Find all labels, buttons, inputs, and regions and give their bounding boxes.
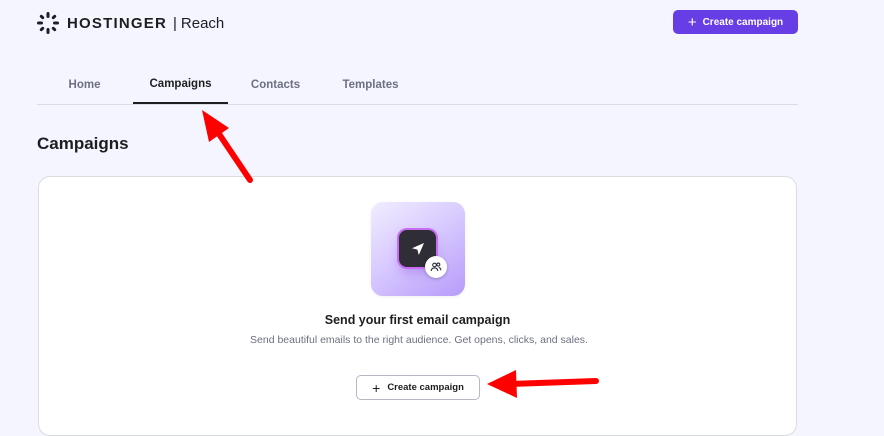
- tab-templates-label: Templates: [342, 78, 399, 91]
- header-create-campaign-button[interactable]: + Create campaign: [673, 10, 798, 34]
- empty-state-title: Send your first email campaign: [324, 313, 511, 327]
- empty-state-description: Send beautiful emails to the right audie…: [250, 334, 588, 346]
- create-campaign-label: Create campaign: [387, 382, 464, 393]
- tab-contacts-label: Contacts: [250, 78, 301, 91]
- tab-home-label: Home: [68, 78, 101, 91]
- main-tabs: Home Campaigns Contacts Templates: [37, 66, 798, 105]
- tab-home[interactable]: Home: [37, 66, 132, 103]
- plus-icon: +: [687, 13, 697, 31]
- hostinger-logo-icon: [37, 12, 59, 34]
- users-icon: [425, 256, 447, 278]
- plus-icon: +: [372, 379, 381, 396]
- tab-campaigns[interactable]: Campaigns: [133, 66, 228, 104]
- empty-state-card: Send your first email campaign Send beau…: [38, 176, 797, 436]
- product-name: Reach: [180, 14, 225, 32]
- tab-contacts[interactable]: Contacts: [228, 66, 323, 103]
- header-create-campaign-label: Create campaign: [702, 16, 784, 28]
- page-title: Campaigns: [37, 134, 129, 153]
- campaign-illustration: [371, 202, 465, 296]
- tab-campaigns-label: Campaigns: [149, 78, 212, 90]
- tab-templates[interactable]: Templates: [323, 66, 418, 103]
- arrow-to-campaigns-tab: [202, 110, 253, 183]
- hostinger-logo[interactable]: HOSTINGER | Reach: [37, 12, 224, 34]
- brand-separator: |: [172, 14, 177, 32]
- create-campaign-button[interactable]: + Create campaign: [356, 375, 480, 400]
- brand-name: HOSTINGER: [67, 14, 167, 32]
